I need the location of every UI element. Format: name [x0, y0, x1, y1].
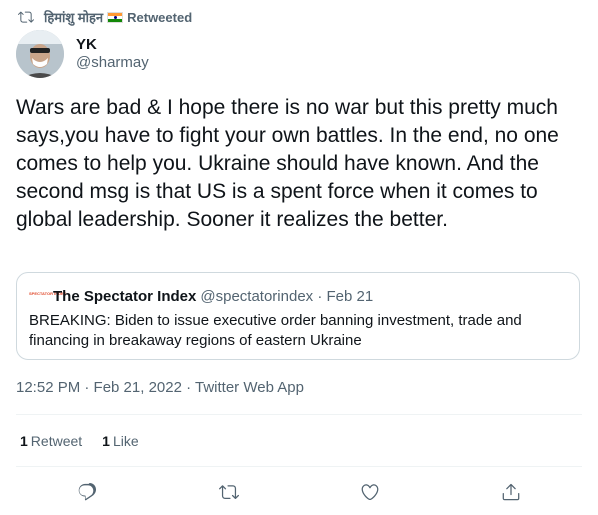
retweets-label: Retweet	[30, 433, 83, 449]
quoted-tweet-header: SPECTATOR INDEX The Spectator Index @spe…	[29, 288, 373, 305]
retweeted-label: Retweeted	[127, 9, 193, 25]
likes-stat[interactable]: 1 Like	[102, 433, 138, 449]
likes-label: Like	[112, 433, 139, 449]
reply-button[interactable]	[73, 478, 101, 506]
action-bar	[0, 478, 598, 506]
divider	[16, 466, 582, 467]
quoted-author-name[interactable]: The Spectator Index	[53, 288, 196, 305]
share-button[interactable]	[497, 478, 525, 506]
share-icon	[502, 483, 520, 501]
likes-count: 1	[102, 433, 110, 449]
divider	[16, 414, 582, 415]
engagement-stats: 1 Retweet 1 Like	[20, 433, 159, 449]
heart-icon	[361, 484, 379, 501]
retweet-icon	[219, 485, 239, 500]
author-handle[interactable]: @sharmay	[76, 54, 149, 71]
avatar-image	[16, 30, 64, 78]
retweeted-by-bar: हिमांशु मोहन Retweeted	[18, 8, 192, 26]
retweet-icon	[18, 11, 34, 23]
retweets-count: 1	[20, 433, 28, 449]
india-flag-icon	[107, 11, 124, 23]
retweet-button[interactable]	[215, 478, 243, 506]
reply-icon	[78, 483, 97, 501]
author-name[interactable]: YK	[76, 36, 97, 53]
tweet-text: Wars are bad & I hope there is no war bu…	[16, 96, 559, 231]
like-button[interactable]	[356, 478, 384, 506]
tweet-timestamp[interactable]: 12:52 PM · Feb 21, 2022 · Twitter Web Ap…	[16, 379, 304, 396]
retweets-stat[interactable]: 1 Retweet	[20, 433, 82, 449]
avatar[interactable]	[16, 30, 64, 78]
retweeter-name[interactable]: हिमांशु मोहन	[44, 8, 103, 26]
quoted-tweet-text: BREAKING: Biden to issue executive order…	[29, 312, 522, 349]
quoted-tweet-card[interactable]: SPECTATOR INDEX The Spectator Index @spe…	[16, 272, 580, 360]
quoted-author-meta: @spectatorindex · Feb 21	[200, 288, 374, 305]
quoted-author-avatar[interactable]: SPECTATOR INDEX	[29, 291, 66, 303]
